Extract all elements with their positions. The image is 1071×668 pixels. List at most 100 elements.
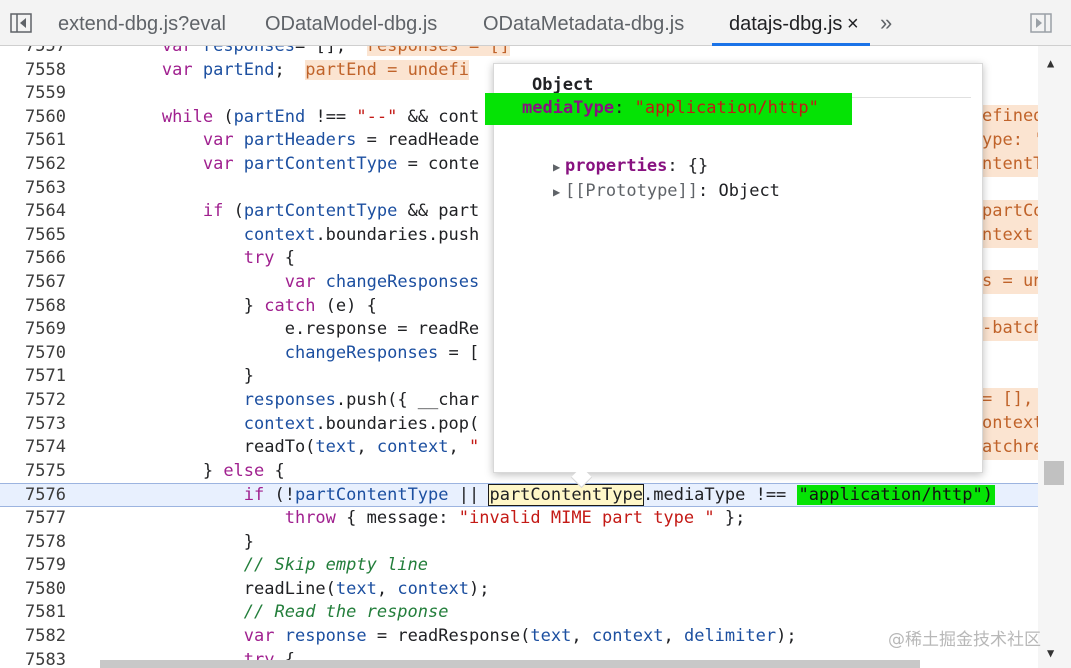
code-text: readLine(text, context); (80, 578, 490, 602)
code-line[interactable]: 7557 var responses= []; responses = [] (0, 46, 1038, 59)
code-token: response (284, 626, 367, 646)
line-number[interactable]: 7565 (0, 224, 66, 248)
line-number[interactable]: 7570 (0, 342, 66, 366)
scroll-up-icon[interactable]: ▲ (1047, 56, 1054, 70)
code-token: "--" (356, 106, 398, 127)
line-number[interactable]: 7557 (0, 46, 66, 59)
code-line[interactable]: 7580 readLine(text, context); (0, 578, 1038, 602)
tab-datajs-dbg[interactable]: datajs-dbg.js (729, 0, 842, 45)
vertical-scrollbar[interactable]: ▲ ▼ (1038, 46, 1071, 668)
line-number[interactable]: 7567 (0, 271, 66, 295)
code-token: , (663, 626, 684, 646)
code-text: if (!partContentType || partContentType.… (80, 484, 995, 508)
code-line[interactable]: 7581 // Read the response (0, 601, 1038, 625)
toggle-navigator-icon[interactable] (10, 13, 32, 33)
horizontal-scrollbar[interactable] (100, 660, 920, 668)
line-number[interactable]: 7562 (0, 153, 66, 177)
line-number[interactable]: 7582 (0, 625, 66, 649)
line-number[interactable]: 7573 (0, 413, 66, 437)
code-token: var (202, 130, 244, 151)
line-number[interactable]: 7569 (0, 318, 66, 342)
scroll-down-icon[interactable]: ▼ (1047, 646, 1054, 660)
line-number[interactable]: 7575 (0, 460, 66, 484)
tab-odatamodel-dbg[interactable]: ODataModel-dbg.js (265, 0, 437, 45)
scrollbar-thumb[interactable] (1044, 461, 1064, 485)
line-number[interactable]: 7564 (0, 200, 66, 224)
code-text: throw { message: "invalid MIME part type… (80, 507, 746, 531)
code-text: context.boundaries.pop( (80, 413, 479, 437)
code-line[interactable]: 7577 throw { message: "invalid MIME part… (0, 507, 1038, 531)
line-number[interactable]: 7578 (0, 531, 66, 555)
close-tab-icon[interactable]: × (847, 0, 859, 45)
line-number[interactable]: 7568 (0, 295, 66, 319)
line-number[interactable]: 7579 (0, 554, 66, 578)
code-token: && part (397, 201, 480, 222)
line-number[interactable]: 7561 (0, 129, 66, 153)
code-token: else (223, 460, 275, 481)
property-prototype[interactable]: ▶ [[Prototype]]: Object (512, 155, 780, 228)
code-token: try (243, 248, 285, 269)
line-number[interactable]: 7558 (0, 59, 66, 83)
code-token: partEnd (233, 106, 306, 127)
more-tabs-icon[interactable]: » (880, 0, 892, 45)
code-line[interactable]: 7579 // Skip empty line (0, 554, 1038, 578)
tab-odatametadata-dbg[interactable]: ODataMetadata-dbg.js (483, 0, 684, 45)
code-token: (e) { (325, 295, 377, 316)
line-number[interactable]: 7560 (0, 106, 66, 130)
line-number[interactable]: 7580 (0, 578, 66, 602)
code-text: while (partEnd !== "--" && cont (80, 106, 479, 130)
code-text: // Read the response (80, 601, 449, 625)
line-number[interactable]: 7576 (0, 484, 66, 508)
line-number[interactable]: 7559 (0, 82, 66, 106)
tab-extend-dbg[interactable]: extend-dbg.js?eval (58, 0, 226, 45)
code-token: partHeaders (243, 130, 357, 151)
code-line[interactable]: 7582 var response = readResponse(text, c… (0, 625, 1038, 649)
line-number[interactable]: 7581 (0, 601, 66, 625)
code-token: .boundaries.pop( (315, 413, 480, 434)
code-token: if (202, 201, 234, 222)
line-number[interactable]: 7566 (0, 247, 66, 271)
code-token: e.response = readRe (161, 319, 480, 340)
code-token: throw (284, 508, 347, 528)
code-token: // Read the response (243, 602, 449, 623)
code-token: text (335, 578, 377, 599)
property-mediatype[interactable]: mediaType: "application/http" (522, 96, 819, 120)
code-token: = conte (397, 154, 480, 174)
code-token: (! (274, 485, 295, 506)
code-token: if (243, 485, 275, 506)
line-number[interactable]: 7572 (0, 389, 66, 413)
line-number[interactable]: 7577 (0, 507, 66, 531)
line-number[interactable]: 7571 (0, 365, 66, 389)
code-text: var response = readResponse(text, contex… (80, 625, 797, 649)
line-number[interactable]: 7563 (0, 177, 66, 201)
expand-arrow-icon[interactable]: ▶ (553, 180, 565, 204)
code-text: // Skip empty line (80, 554, 428, 578)
code-line[interactable]: 7578 } (0, 531, 1038, 555)
line-number[interactable]: 7574 (0, 436, 66, 460)
code-token: { (274, 460, 285, 481)
code-text: readTo(text, context, " (80, 436, 479, 460)
code-token: partEnd = undefi (305, 59, 469, 80)
code-token: responses (202, 46, 295, 56)
code-token: text (530, 626, 572, 646)
code-token: ); (776, 626, 797, 646)
code-text: } else { (80, 460, 285, 484)
code-line[interactable]: 7576 if (!partContentType || partContent… (0, 483, 1038, 507)
code-text: var partHeaders = readHeade (80, 129, 479, 153)
code-token: var (161, 59, 203, 80)
toggle-debugger-icon[interactable] (1030, 13, 1052, 33)
code-token: "application/http") (796, 485, 995, 506)
code-token: , (448, 437, 469, 458)
line-number[interactable]: 7583 (0, 649, 66, 668)
